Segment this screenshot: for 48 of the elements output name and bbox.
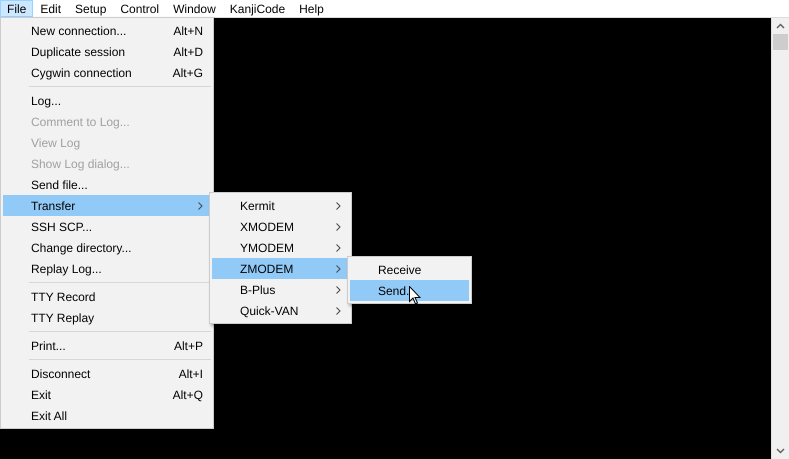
menu-bar-item[interactable]: KanjiCode xyxy=(222,0,292,17)
mouse-pointer-icon xyxy=(409,286,421,305)
shortcut-label: Alt+P xyxy=(174,338,203,352)
menu-item[interactable]: Log... xyxy=(3,90,211,111)
menu-bar-item[interactable]: Window xyxy=(166,0,223,17)
shortcut-label: Alt+G xyxy=(172,66,203,80)
chevron-right-icon xyxy=(336,202,341,210)
scrollbar-thumb[interactable] xyxy=(773,34,788,50)
chevron-right-icon xyxy=(336,286,341,294)
menu-item[interactable]: XMODEM xyxy=(212,216,349,237)
shortcut-label: Alt+Q xyxy=(172,388,203,402)
menu-item[interactable]: Quick-VAN xyxy=(212,300,349,321)
chevron-right-icon xyxy=(336,264,341,272)
shortcut-label: Alt+N xyxy=(173,24,203,38)
menu-item[interactable]: Transfer xyxy=(3,195,211,216)
menu-item[interactable]: Duplicate session Alt+D xyxy=(3,41,211,62)
scroll-up-icon[interactable] xyxy=(776,23,785,29)
menu-bar-item[interactable]: Edit xyxy=(33,0,68,17)
chevron-right-icon xyxy=(336,244,341,252)
menu-item[interactable]: Send file... xyxy=(3,174,211,195)
menu-item[interactable]: Cygwin connection Alt+G xyxy=(3,62,211,83)
chevron-right-icon xyxy=(336,306,341,314)
chevron-right-icon xyxy=(336,222,341,230)
menu-item[interactable]: Send. xyxy=(350,280,469,301)
menu-item[interactable]: Exit Alt+Q xyxy=(3,384,211,405)
shortcut-label: Alt+I xyxy=(178,366,203,380)
menu-item[interactable]: SSH SCP... xyxy=(3,216,211,237)
shortcut-label: Alt+D xyxy=(173,44,203,58)
menu-item[interactable]: Exit All xyxy=(3,405,211,426)
menu-item[interactable]: ZMODEM xyxy=(212,258,349,279)
menu-bar-item[interactable]: Setup xyxy=(68,0,114,17)
menu-item[interactable]: Kermit xyxy=(212,195,349,216)
menu-bar-item[interactable]: Help xyxy=(292,0,331,17)
menu-item[interactable]: Print... Alt+P xyxy=(3,335,211,356)
menu-item[interactable]: B-Plus xyxy=(212,279,349,300)
menu-item[interactable]: YMODEM xyxy=(212,237,349,258)
menu-item[interactable]: Disconnect Alt+I xyxy=(3,363,211,384)
scroll-down-icon[interactable] xyxy=(776,448,785,454)
menu-item[interactable]: TTY Record xyxy=(3,286,211,307)
menu-item[interactable]: TTY Replay xyxy=(3,307,211,328)
menu-item[interactable]: Replay Log... xyxy=(3,258,211,279)
scrollbar[interactable] xyxy=(771,18,789,459)
menu-bar-item[interactable]: File xyxy=(0,0,34,17)
menu-item[interactable]: Receive xyxy=(350,259,469,280)
menu-item[interactable]: New connection... Alt+N xyxy=(3,20,211,41)
menu-bar-item[interactable]: Control xyxy=(113,0,166,17)
menu-item[interactable]: Change directory... xyxy=(3,237,211,258)
chevron-right-icon xyxy=(198,202,203,210)
